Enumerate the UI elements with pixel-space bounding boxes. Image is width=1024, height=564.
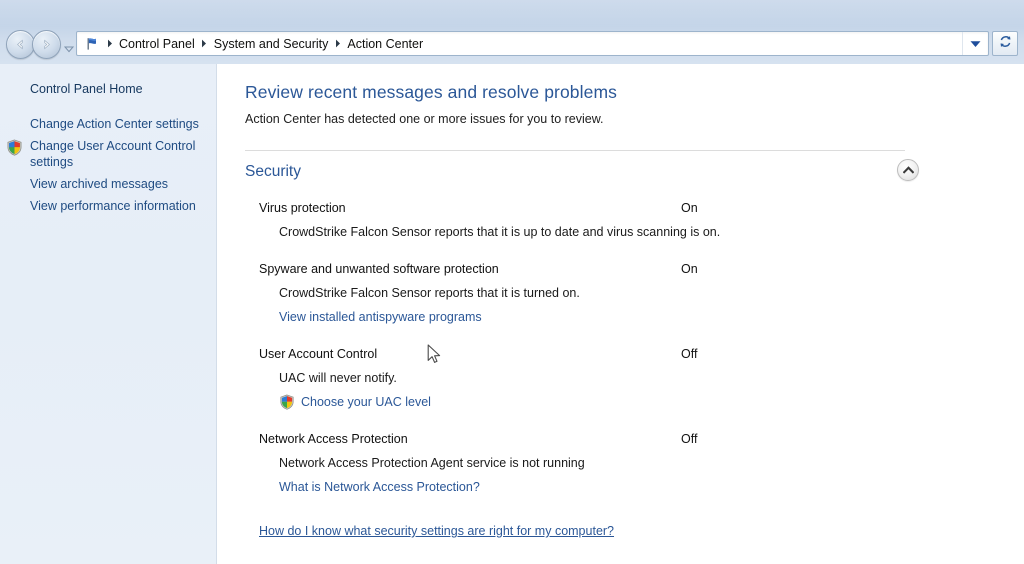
status-row: Network Access Protection Off	[245, 430, 905, 448]
link-view-installed-antispyware-programs[interactable]: View installed antispyware programs	[245, 308, 905, 326]
breadcrumb-item-control-panel[interactable]: Control Panel	[116, 34, 198, 54]
status-item-spyware-protection: Spyware and unwanted software protection…	[245, 260, 905, 326]
control-panel-flag-icon	[83, 36, 103, 52]
chrome-glass-highlight	[0, 0, 1024, 26]
link-what-is-network-access-protection[interactable]: What is Network Access Protection?	[245, 478, 905, 496]
security-section-header: Security	[245, 159, 919, 195]
history-dropdown-button[interactable]	[63, 40, 75, 53]
action-center-window: Control Panel System and Security Action…	[0, 0, 1024, 564]
sidebar: Control Panel Home Change Action Center …	[0, 64, 217, 564]
breadcrumb-item-action-center[interactable]: Action Center	[344, 34, 426, 54]
collapse-section-button[interactable]	[897, 159, 919, 181]
link-label: Choose your UAC level	[301, 395, 431, 409]
status-label: User Account Control	[259, 347, 378, 361]
uac-shield-icon	[279, 394, 295, 410]
page-subtitle: Action Center has detected one or more i…	[245, 112, 604, 126]
refresh-button[interactable]	[992, 31, 1018, 56]
status-item-user-account-control: User Account Control Off UAC will never …	[245, 345, 905, 411]
breadcrumb-separator	[198, 39, 211, 48]
page-title: Review recent messages and resolve probl…	[245, 82, 617, 102]
forward-button[interactable]	[32, 30, 61, 59]
breadcrumb-separator	[103, 39, 116, 48]
status-value: Off	[681, 347, 698, 361]
status-value: On	[681, 201, 698, 215]
uac-shield-icon	[6, 139, 23, 156]
breadcrumb[interactable]: Control Panel System and Security Action…	[77, 32, 962, 55]
address-bar[interactable]: Control Panel System and Security Action…	[76, 31, 989, 56]
status-label: Virus protection	[259, 201, 346, 215]
chevron-up-icon	[902, 161, 914, 179]
sidebar-item-view-archived-messages[interactable]: View archived messages	[0, 173, 216, 195]
status-description: Network Access Protection Agent service …	[279, 456, 585, 470]
status-row: Virus protection On	[245, 199, 905, 217]
sidebar-item-view-performance-information[interactable]: View performance information	[0, 195, 216, 217]
status-value: Off	[681, 432, 698, 446]
status-row: User Account Control Off	[245, 345, 905, 363]
sidebar-item-label: Change User Account Control settings	[30, 139, 196, 169]
section-divider	[245, 150, 905, 151]
breadcrumb-item-system-and-security[interactable]: System and Security	[211, 34, 332, 54]
main-pane: Review recent messages and resolve probl…	[217, 64, 1024, 564]
sidebar-item-change-action-center-settings[interactable]: Change Action Center settings	[0, 113, 216, 135]
status-item-network-access-protection: Network Access Protection Off Network Ac…	[245, 430, 905, 496]
status-row: Spyware and unwanted software protection…	[245, 260, 905, 278]
breadcrumb-separator	[331, 39, 344, 48]
forward-arrow-icon	[39, 37, 54, 52]
status-item-virus-protection: Virus protection On CrowdStrike Falcon S…	[245, 199, 905, 241]
refresh-icon	[998, 34, 1013, 54]
back-arrow-icon	[13, 37, 28, 52]
chevron-down-icon	[970, 35, 981, 53]
address-dropdown-button[interactable]	[962, 32, 988, 55]
status-label: Network Access Protection	[259, 432, 408, 446]
section-title-security: Security	[245, 163, 301, 180]
link-choose-your-uac-level[interactable]: Choose your UAC level	[245, 393, 905, 411]
back-button[interactable]	[6, 30, 35, 59]
status-value: On	[681, 262, 698, 276]
status-description: CrowdStrike Falcon Sensor reports that i…	[279, 286, 580, 300]
link-how-do-i-know-security-settings[interactable]: How do I know what security settings are…	[245, 524, 905, 538]
window-body: Control Panel Home Change Action Center …	[0, 64, 1024, 564]
sidebar-item-change-uac-settings[interactable]: Change User Account Control settings	[0, 135, 216, 173]
sidebar-item-control-panel-home[interactable]: Control Panel Home	[0, 78, 216, 103]
status-description: UAC will never notify.	[279, 371, 397, 385]
status-description: CrowdStrike Falcon Sensor reports that i…	[279, 225, 721, 239]
status-label: Spyware and unwanted software protection	[259, 262, 499, 276]
